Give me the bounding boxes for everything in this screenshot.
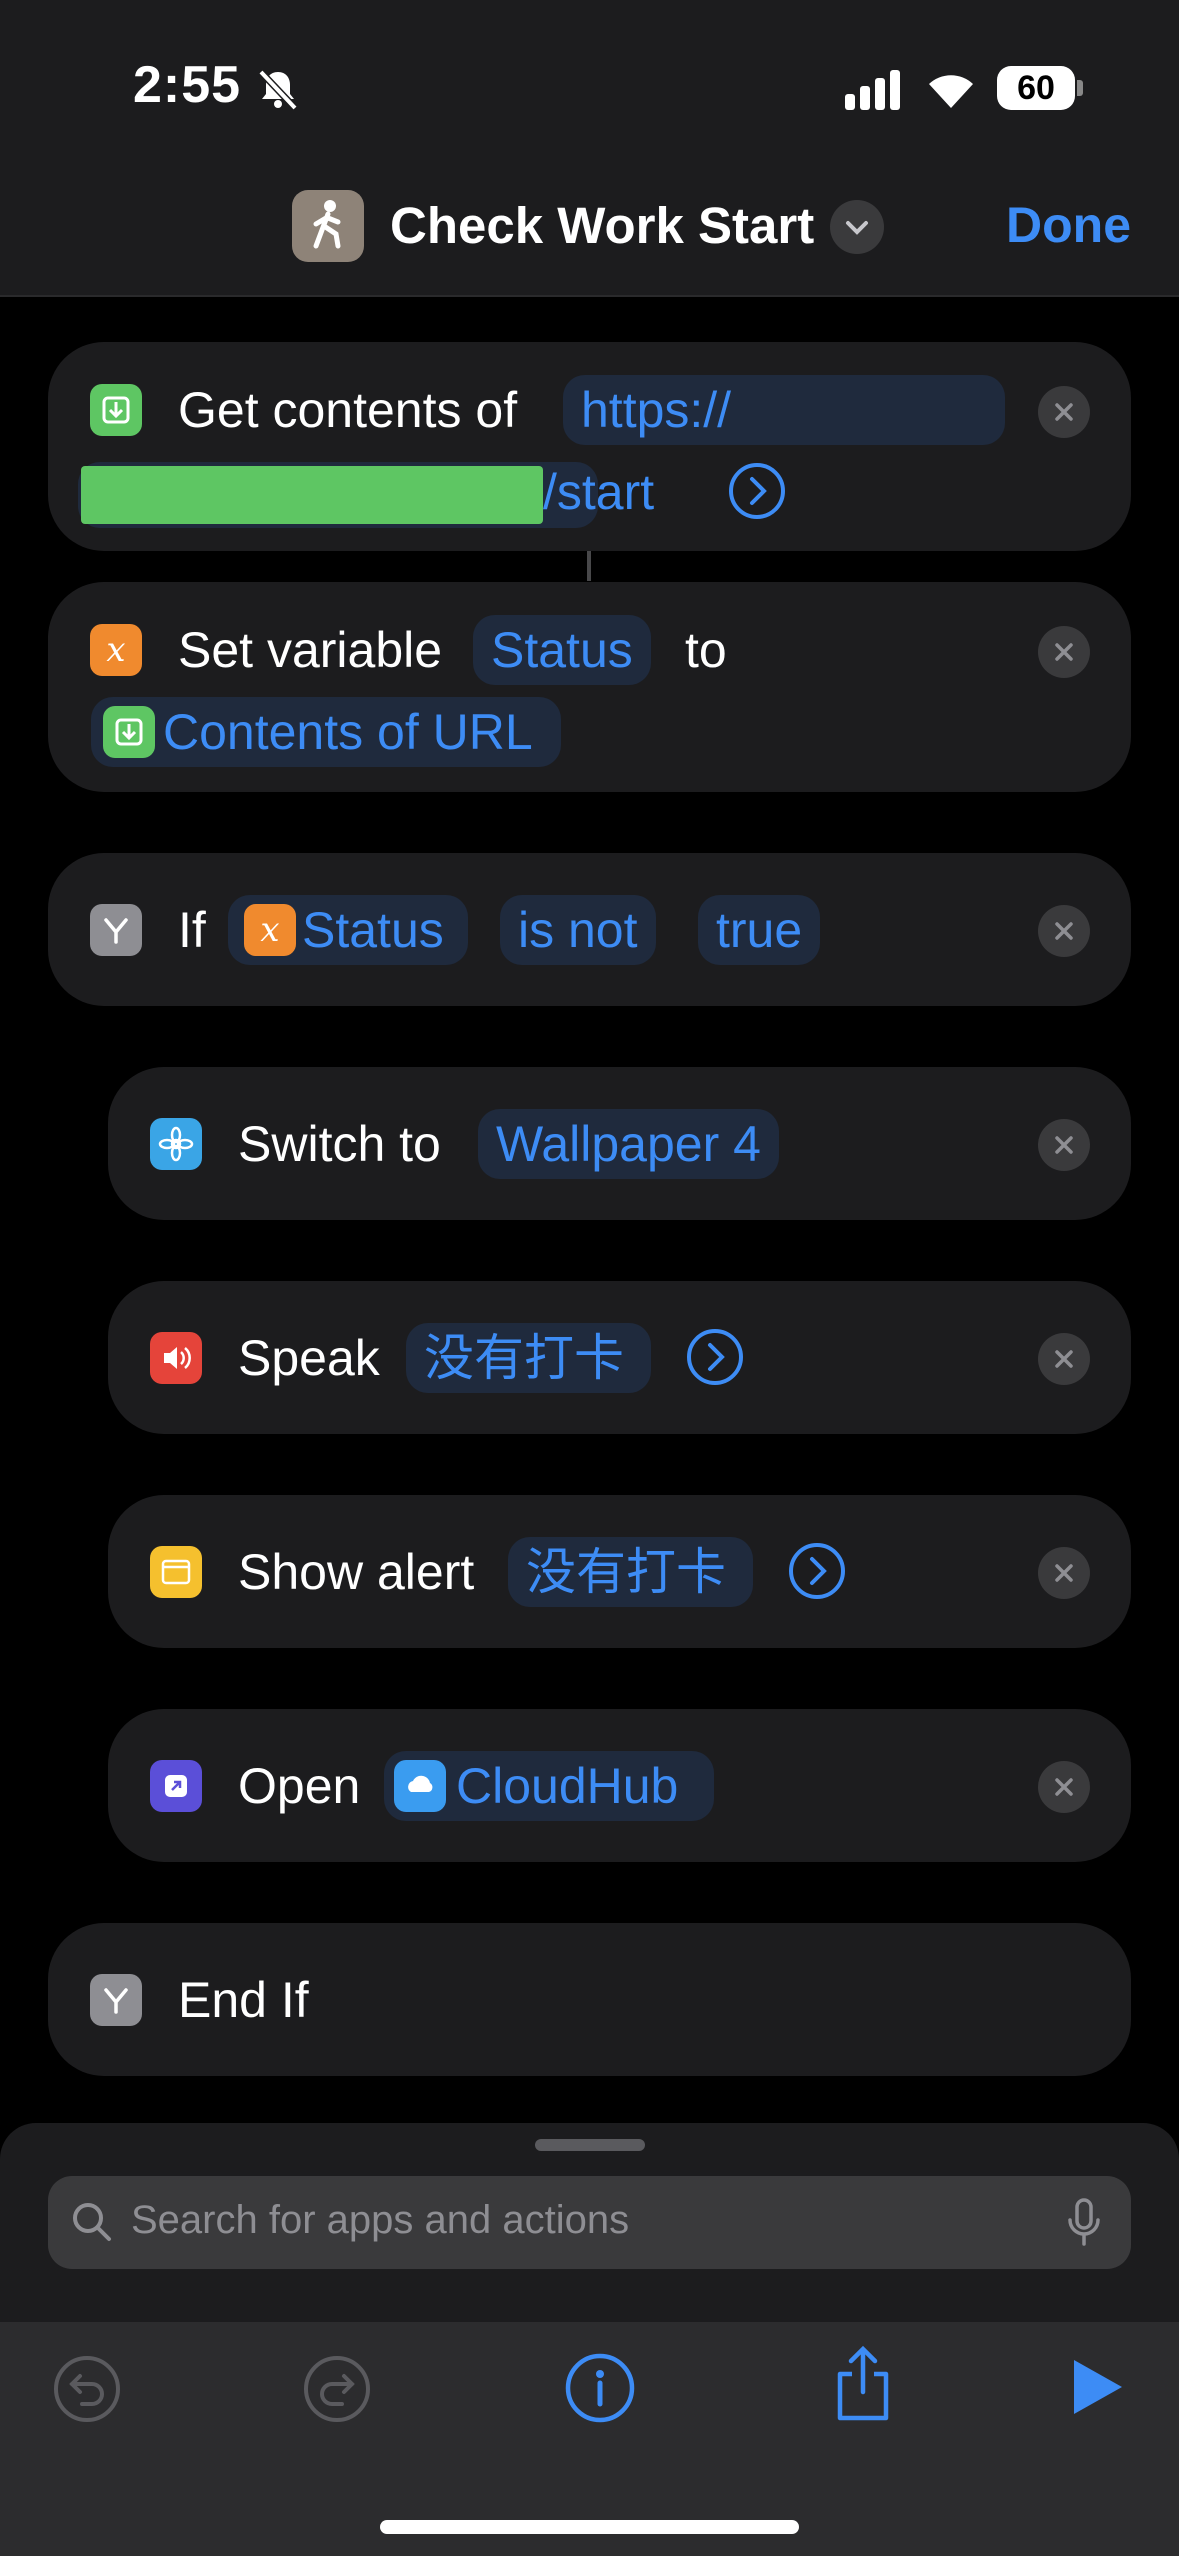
- variable-x-icon: x: [90, 624, 142, 676]
- remove-action-button[interactable]: [1038, 1119, 1090, 1171]
- variable-x-icon: x: [244, 904, 296, 956]
- value-token[interactable]: Contents of URL: [91, 697, 561, 767]
- microphone-icon[interactable]: [1060, 2196, 1108, 2250]
- search-placeholder: Search for apps and actions: [131, 2198, 630, 2242]
- show-alert-action[interactable]: Show alert 没有打卡: [108, 1495, 1131, 1648]
- remove-action-button[interactable]: [1038, 1761, 1090, 1813]
- cloudhub-app-icon: [394, 1760, 446, 1812]
- connector-line: [587, 551, 591, 581]
- value-token-label: Contents of URL: [163, 704, 533, 760]
- battery-cap: [1077, 80, 1083, 96]
- download-icon: [103, 706, 155, 758]
- condition-variable-token[interactable]: x Status: [228, 895, 468, 965]
- remove-action-button[interactable]: [1038, 386, 1090, 438]
- bell-slash-icon: [258, 69, 298, 111]
- home-indicator: [380, 2520, 799, 2534]
- speak-action[interactable]: Speak 没有打卡: [108, 1281, 1131, 1434]
- app-token[interactable]: CloudHub: [384, 1751, 714, 1821]
- search-field[interactable]: Search for apps and actions: [48, 2176, 1131, 2269]
- close-icon: [1055, 922, 1073, 940]
- wallpaper-token[interactable]: Wallpaper 4: [478, 1109, 779, 1179]
- app-token-label: CloudHub: [456, 1758, 679, 1814]
- cellular-signal-icon: [845, 70, 900, 110]
- get-contents-action[interactable]: Get contents of https:// /start: [48, 342, 1131, 551]
- close-icon: [1055, 1778, 1073, 1796]
- condition-operator-token[interactable]: is not: [500, 895, 656, 965]
- download-icon: [90, 384, 142, 436]
- search-icon: [73, 2203, 111, 2241]
- undo-icon[interactable]: [52, 2354, 122, 2424]
- battery-indicator: 60: [997, 66, 1075, 110]
- action-label: Show alert: [238, 1544, 475, 1600]
- url-token[interactable]: https://: [563, 375, 1005, 445]
- condition-value-token[interactable]: true: [698, 895, 821, 965]
- close-icon: [1055, 403, 1073, 421]
- close-icon: [1055, 643, 1073, 661]
- nav-bar: Check Work Start Done: [0, 170, 1179, 297]
- chevron-right-circle-icon[interactable]: [728, 462, 786, 520]
- walking-person-icon: [313, 200, 341, 249]
- close-icon: [1055, 1350, 1073, 1368]
- action-label: End If: [178, 1972, 309, 2028]
- title-menu-button[interactable]: [830, 200, 884, 254]
- share-icon[interactable]: [830, 2344, 896, 2424]
- shortcut-title[interactable]: Check Work Start: [390, 196, 814, 255]
- to-label: to: [685, 622, 727, 678]
- variable-name-token[interactable]: Status: [473, 615, 651, 685]
- redo-icon[interactable]: [302, 2354, 372, 2424]
- branch-icon: [90, 1974, 142, 2026]
- action-label: Speak: [238, 1330, 380, 1386]
- remove-action-button[interactable]: [1038, 905, 1090, 957]
- action-label: Get contents of: [178, 382, 518, 438]
- status-bar: 2:55 60: [0, 0, 1179, 170]
- open-app-icon: [150, 1760, 202, 1812]
- action-label: Open: [238, 1758, 361, 1814]
- wallpaper-flower-icon: [150, 1118, 202, 1170]
- action-label: Set variable: [178, 622, 443, 678]
- url-suffix[interactable]: /start: [543, 462, 654, 522]
- set-variable-action[interactable]: x Set variable Status to Contents of URL: [48, 582, 1131, 792]
- remove-action-button[interactable]: [1038, 626, 1090, 678]
- speak-text-token[interactable]: 没有打卡: [406, 1323, 651, 1393]
- remove-action-button[interactable]: [1038, 1547, 1090, 1599]
- play-icon[interactable]: [1068, 2356, 1126, 2418]
- chevron-right-circle-icon[interactable]: [788, 1542, 846, 1600]
- sheet-grabber[interactable]: [535, 2139, 645, 2151]
- alert-window-icon: [150, 1546, 202, 1598]
- if-action[interactable]: If x Status is not true: [48, 853, 1131, 1006]
- chevron-down-icon: [846, 221, 868, 235]
- remove-action-button[interactable]: [1038, 1333, 1090, 1385]
- action-label: If: [178, 902, 206, 958]
- info-icon[interactable]: [564, 2352, 636, 2424]
- wifi-icon: [929, 75, 973, 108]
- done-button[interactable]: Done: [1006, 196, 1131, 254]
- close-icon: [1055, 1564, 1073, 1582]
- status-time: 2:55: [133, 56, 242, 114]
- end-if-action[interactable]: End If: [48, 1923, 1131, 2076]
- alert-text-token[interactable]: 没有打卡: [508, 1537, 753, 1607]
- shortcut-icon[interactable]: [292, 190, 364, 262]
- close-icon: [1055, 1136, 1073, 1154]
- condition-variable-label: Status: [302, 902, 444, 958]
- speaker-icon: [150, 1332, 202, 1384]
- action-label: Switch to: [238, 1116, 441, 1172]
- open-app-action[interactable]: Open CloudHub: [108, 1709, 1131, 1862]
- redaction-block: [81, 466, 543, 524]
- switch-wallpaper-action[interactable]: Switch to Wallpaper 4: [108, 1067, 1131, 1220]
- chevron-right-circle-icon[interactable]: [686, 1328, 744, 1386]
- branch-icon: [90, 904, 142, 956]
